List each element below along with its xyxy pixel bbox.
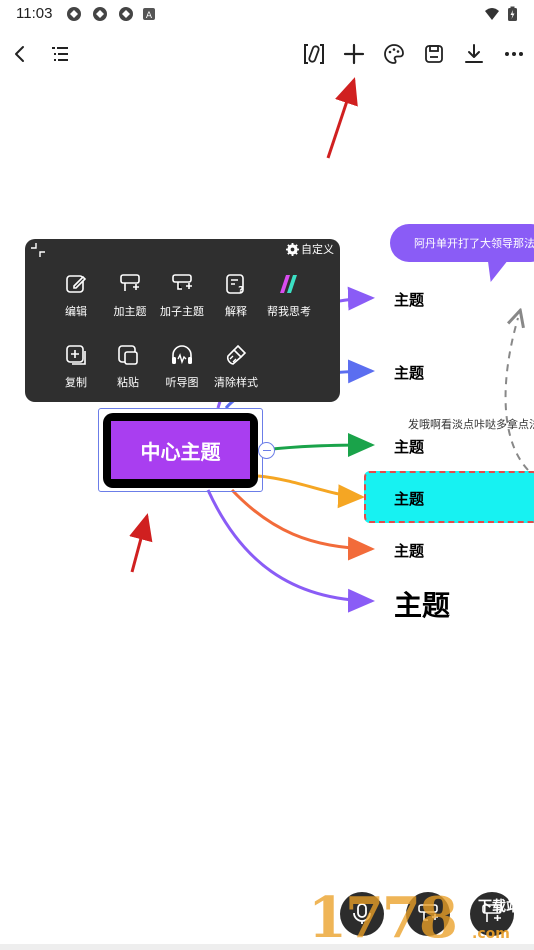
explain-icon: ? [226,274,244,296]
topic-node[interactable]: 主题 [394,436,424,457]
branch-line [206,489,375,613]
branch-line [261,433,375,458]
svg-text:?: ? [238,285,244,296]
menu-item-label: 解释 [225,305,247,318]
watermark-domain: .com [472,926,510,942]
menu-item-explain[interactable]: ? 解释 [206,272,266,319]
edit-icon [66,275,87,293]
clear-style-icon [226,344,247,365]
center-topic[interactable]: 中心主题 [111,421,250,479]
add-subtopic-icon [172,274,192,290]
collapse-menu-icon[interactable] [30,242,46,258]
topic-node[interactable]: 主题 [394,362,424,383]
gear-icon [286,242,299,256]
menu-item-label: 加子主题 [160,305,204,318]
branch-line [257,474,365,509]
menu-item-clear-style[interactable]: 清除样式 [206,343,266,390]
menu-item-edit[interactable]: 编辑 [46,272,106,319]
topic-node[interactable]: 主题 [394,289,424,310]
menu-item-label: 清除样式 [214,376,258,389]
paste-icon [118,345,138,365]
add-topic-icon [120,274,140,291]
annotation-arrow [129,513,153,573]
note-text[interactable]: 发哦啊看淡点咔哒多拿点法 [408,416,534,432]
selected-topic-box[interactable] [364,471,534,523]
center-topic-label: 中心主题 [140,439,221,464]
menu-item-label: 粘贴 [117,376,139,389]
menu-item-label: 听导图 [165,376,199,389]
menu-item-add-topic[interactable]: 加主题 [100,272,160,319]
ai-think-icon [280,275,297,293]
menu-item-label: 编辑 [65,305,87,318]
topic-node[interactable]: 主题 [394,540,424,561]
menu-item-add-subtopic[interactable]: 加子主题 [152,272,212,319]
custom-label: 自定义 [301,243,334,256]
callout-tail [482,256,512,282]
menu-item-copy[interactable]: 复制 [46,343,106,390]
annotation-arrow [326,77,358,159]
menu-item-listen[interactable]: 听导图 [152,343,212,390]
custom-menu-button[interactable]: 自定义 [286,241,334,257]
menu-item-label: 加主题 [113,305,147,318]
home-bar [0,944,534,950]
menu-item-paste[interactable]: 粘贴 [98,343,158,390]
callout-text: 阿丹单开打了大领导那法 [414,237,534,250]
copy-icon [66,345,86,365]
collapse-button[interactable] [258,442,275,459]
relation-line [504,318,529,471]
topic-node[interactable]: 主题 [394,488,424,509]
menu-item-label: 帮我思考 [267,305,311,318]
watermark-site: 下载站 [478,899,520,915]
watermark-logo: 1778 [308,885,458,950]
headphones-icon [172,345,192,365]
menu-item-label: 复制 [65,376,87,389]
minus-icon [262,449,271,452]
topic-node[interactable]: 主题 [394,584,450,624]
branch-line [230,488,375,561]
menu-item-ai-think[interactable]: 帮我思考 [259,272,319,319]
